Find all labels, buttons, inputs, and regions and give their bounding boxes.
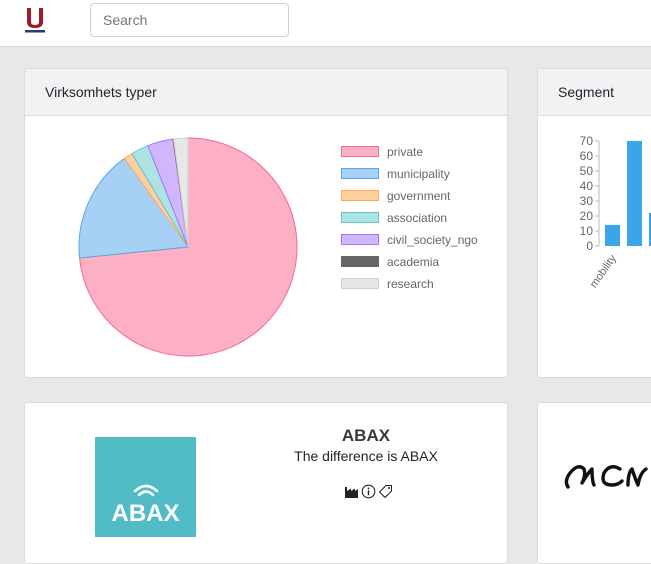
factory-icon[interactable] bbox=[344, 484, 359, 499]
legend-item-association[interactable]: association bbox=[341, 211, 501, 225]
y-tick-label: 20 bbox=[580, 209, 594, 223]
bar-mobility[interactable] bbox=[605, 225, 620, 246]
legend-item-municipality[interactable]: municipality bbox=[341, 167, 501, 181]
legend-swatch bbox=[341, 190, 379, 201]
card-title: Virksomhets typer bbox=[45, 84, 157, 100]
top-navbar bbox=[0, 0, 651, 47]
card-title: Segment bbox=[558, 84, 615, 100]
legend-swatch bbox=[341, 146, 379, 157]
legend-swatch bbox=[341, 256, 379, 267]
abax-logo-text: ABAX bbox=[111, 500, 179, 527]
legend-swatch bbox=[341, 168, 379, 179]
y-tick-label: 10 bbox=[580, 224, 594, 238]
card-header: Virksomhets typer bbox=[25, 69, 507, 116]
search-input[interactable] bbox=[90, 3, 289, 37]
university-u-logo-icon[interactable] bbox=[25, 6, 45, 34]
y-tick-label: 70 bbox=[580, 134, 594, 148]
x-tick-label: mobility bbox=[588, 252, 620, 290]
abax-logo[interactable]: ABAX bbox=[95, 437, 196, 537]
legend-swatch bbox=[341, 278, 379, 289]
legend-label: government bbox=[387, 189, 451, 203]
legend-label: private bbox=[387, 145, 424, 159]
legend-swatch bbox=[341, 212, 379, 223]
legend-label: association bbox=[387, 211, 448, 225]
tag-icon[interactable] bbox=[378, 484, 393, 499]
legend-item-civil-society-ngo[interactable]: civil_society_ngo bbox=[341, 233, 501, 247]
y-tick-label: 30 bbox=[580, 194, 594, 208]
legend-label: research bbox=[387, 277, 434, 291]
legend-label: civil_society_ngo bbox=[387, 233, 478, 247]
organization-card[interactable]: ABAX ABAX The difference is ABAX bbox=[24, 402, 508, 564]
y-tick-label: 60 bbox=[580, 149, 594, 163]
pie-chart bbox=[78, 137, 298, 357]
legend-label: academia bbox=[387, 255, 440, 269]
legend-item-private[interactable]: private bbox=[341, 145, 501, 159]
organization-tagline: The difference is ABAX bbox=[294, 448, 438, 464]
legend-item-government[interactable]: government bbox=[341, 189, 501, 203]
info-icon[interactable] bbox=[361, 484, 376, 499]
business-types-card: Virksomhets typer private municipality gov… bbox=[24, 68, 508, 378]
segment-card: Segment 0 10 20 30 40 50 60 70 mobility bbox=[537, 68, 651, 378]
bar-category-2[interactable] bbox=[627, 141, 642, 246]
organization-card-acn[interactable] bbox=[537, 402, 651, 564]
legend-item-academia[interactable]: academia bbox=[341, 255, 501, 269]
legend-item-research[interactable]: research bbox=[341, 277, 501, 291]
organization-name[interactable]: ABAX bbox=[246, 426, 486, 446]
card-header: Segment bbox=[538, 69, 651, 116]
y-tick-label: 50 bbox=[580, 164, 594, 178]
legend-swatch bbox=[341, 234, 379, 245]
acn-logo[interactable] bbox=[562, 447, 651, 497]
y-tick-label: 40 bbox=[580, 179, 594, 193]
bar-chart: 010203040506070 mobility bbox=[580, 134, 651, 290]
y-tick-label: 0 bbox=[586, 239, 593, 253]
legend-label: municipality bbox=[387, 167, 450, 181]
